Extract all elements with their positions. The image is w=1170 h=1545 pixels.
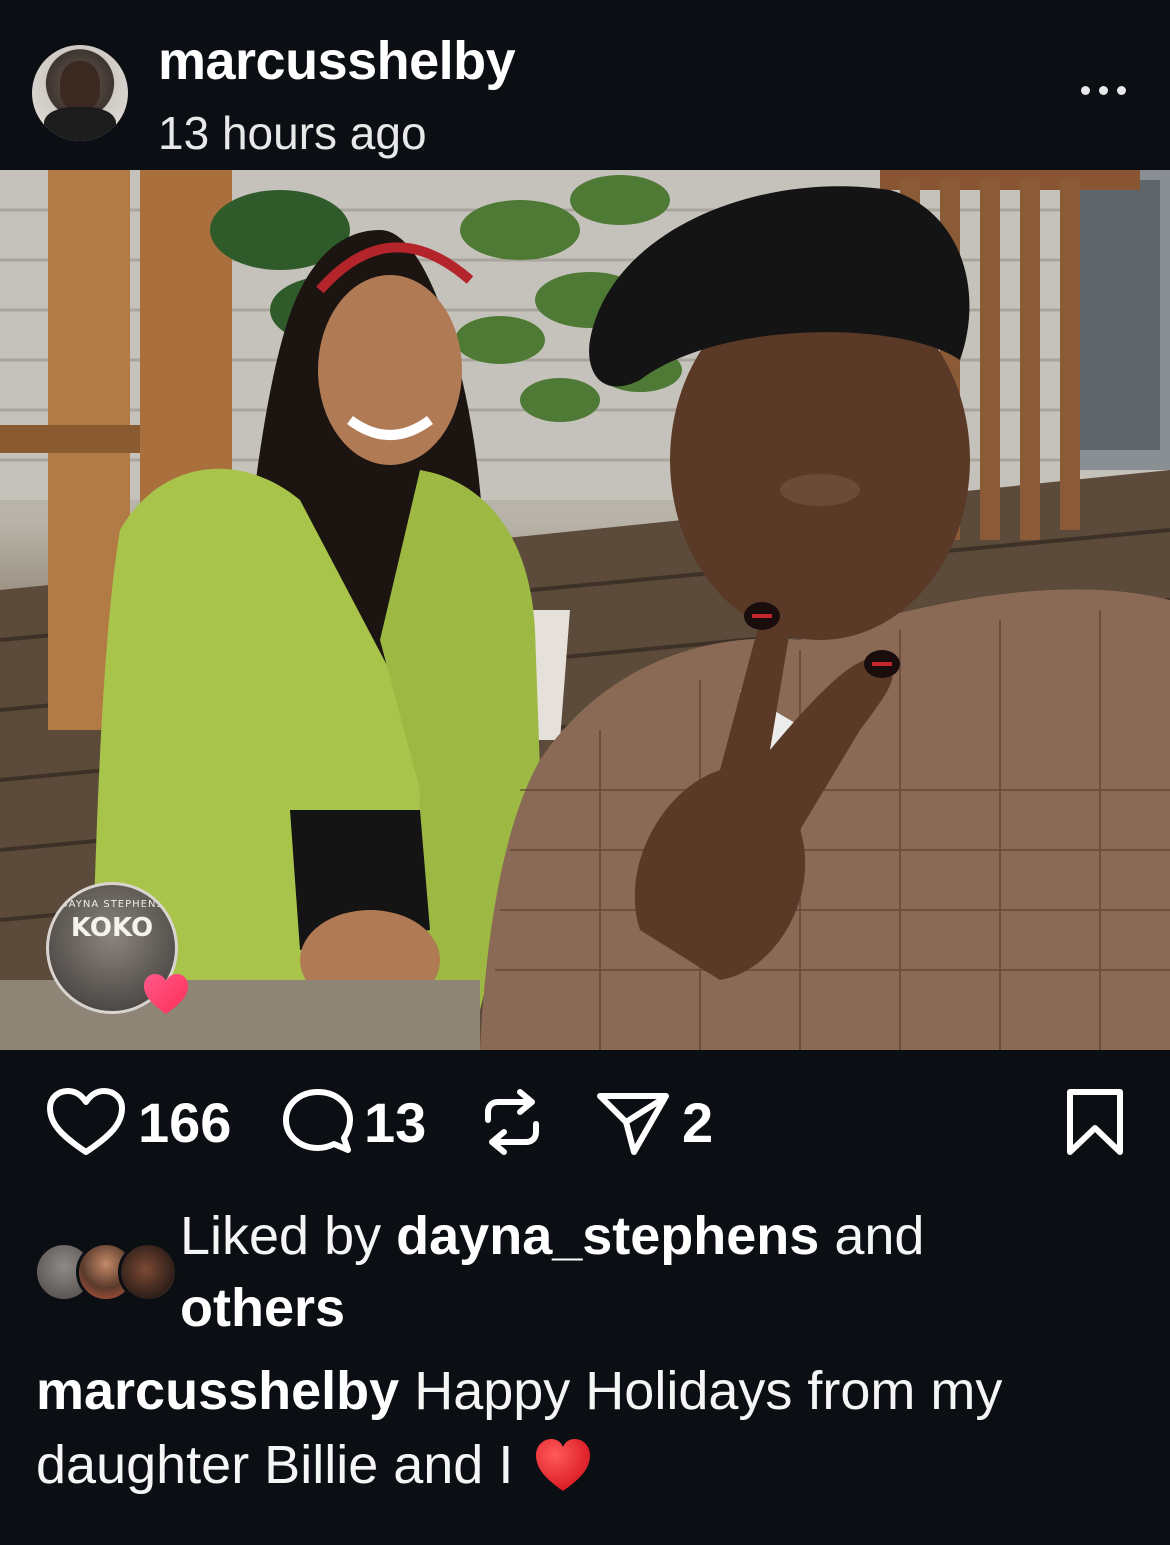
liker-avatar <box>118 1242 178 1302</box>
avatar-face <box>60 61 100 111</box>
comment-count: 13 <box>364 1090 427 1154</box>
post-timestamp: 13 hours ago <box>158 107 427 159</box>
action-bar: 166 13 2 <box>0 1080 1170 1170</box>
liked-by-user[interactable]: dayna_stephens <box>396 1206 819 1266</box>
heart-icon <box>47 1088 125 1155</box>
send-icon <box>597 1093 669 1155</box>
liked-by-text[interactable]: Liked by dayna_stephens and others <box>180 1200 1060 1344</box>
post-header: marcusshelby 13 hours ago <box>0 0 1170 170</box>
badge-heart-icon <box>144 974 188 1014</box>
badge-label: DAYNA STEPHENS <box>60 899 164 910</box>
ellipsis-icon[interactable] <box>1068 70 1138 110</box>
caption-username[interactable]: marcusshelby <box>36 1361 399 1421</box>
liked-by-others[interactable]: others <box>180 1278 345 1338</box>
post-caption: marcusshelby Happy Holidays from my daug… <box>36 1354 1126 1502</box>
bookmark-icon <box>1067 1089 1123 1155</box>
badge-logo: KOKO <box>70 913 154 943</box>
share-count: 2 <box>682 1090 714 1154</box>
post-photo[interactable] <box>0 170 1170 1050</box>
save-button[interactable] <box>1064 1080 1126 1164</box>
liked-by-prefix: Liked by <box>180 1206 382 1266</box>
photo-illustration <box>0 170 1170 1050</box>
post-username[interactable]: marcusshelby <box>158 30 516 92</box>
like-button[interactable]: 166 <box>44 1080 231 1164</box>
avatar-body <box>44 107 116 141</box>
share-button[interactable]: 2 <box>594 1080 713 1164</box>
comment-icon <box>283 1089 353 1153</box>
like-count: 166 <box>138 1090 232 1154</box>
liked-by-avatars[interactable] <box>34 1242 178 1304</box>
liked-by-suffix: and <box>834 1206 925 1266</box>
repost-button[interactable] <box>480 1080 544 1164</box>
repost-icon <box>485 1089 539 1155</box>
red-heart-icon <box>536 1439 591 1491</box>
profile-avatar[interactable] <box>32 45 128 141</box>
comment-button[interactable]: 13 <box>282 1080 426 1164</box>
